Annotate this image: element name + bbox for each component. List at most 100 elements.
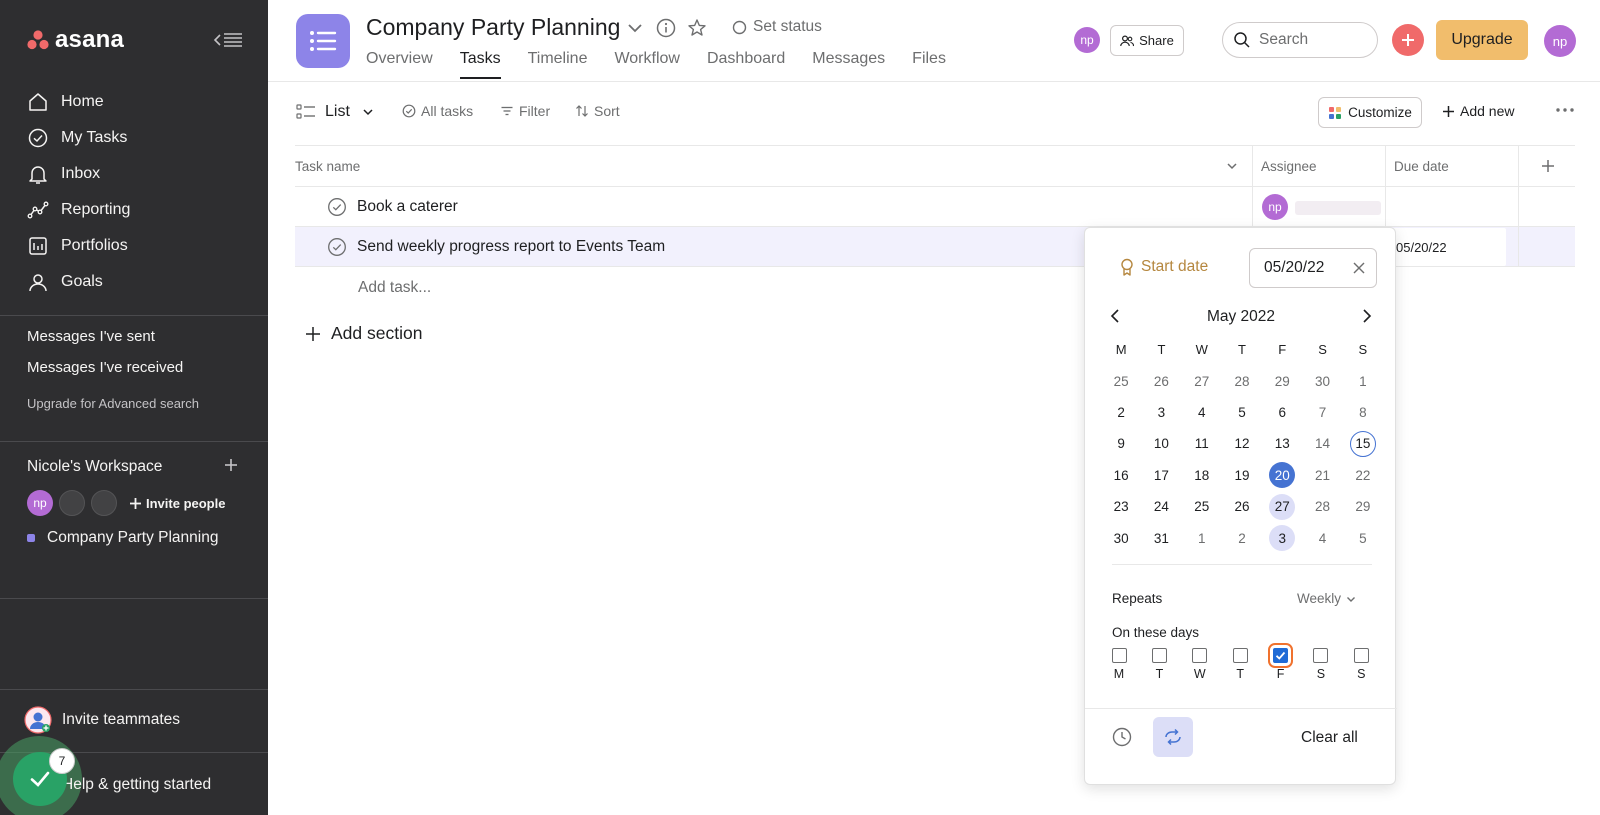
sidebar-item-my-tasks[interactable]: My Tasks xyxy=(0,120,268,156)
workspace-title[interactable]: Nicole's Workspace xyxy=(27,458,162,476)
calendar-day[interactable]: 29 xyxy=(1343,491,1383,522)
calendar-day[interactable]: 18 xyxy=(1182,460,1222,491)
calendar-day[interactable]: 5 xyxy=(1222,397,1262,428)
add-new-button[interactable]: Add new xyxy=(1442,103,1514,119)
column-assignee[interactable]: Assignee xyxy=(1261,159,1317,174)
calendar-day[interactable]: 1 xyxy=(1343,365,1383,396)
due-date-field[interactable] xyxy=(1249,248,1377,288)
set-status-button[interactable]: Set status xyxy=(732,18,822,36)
sidebar-item-reporting[interactable]: Reporting xyxy=(0,192,268,228)
calendar-day[interactable]: 6 xyxy=(1262,397,1302,428)
calendar-day[interactable]: 22 xyxy=(1343,460,1383,491)
repeat-day-checkbox[interactable] xyxy=(1192,648,1208,663)
customize-button[interactable]: Customize xyxy=(1318,97,1422,128)
repeat-day-checkbox[interactable] xyxy=(1232,648,1248,663)
calendar-day[interactable]: 29 xyxy=(1262,365,1302,396)
project-menu-button[interactable] xyxy=(624,17,646,39)
calendar-day[interactable]: 21 xyxy=(1302,460,1342,491)
calendar-day[interactable]: 14 xyxy=(1302,428,1342,459)
column-task-name[interactable]: Task name xyxy=(295,159,360,174)
calendar-day[interactable]: 4 xyxy=(1182,397,1222,428)
tab-messages[interactable]: Messages xyxy=(812,50,885,79)
calendar-day[interactable]: 30 xyxy=(1101,522,1141,553)
sidebar-item-portfolios[interactable]: Portfolios xyxy=(0,228,268,264)
task-complete-check-icon[interactable] xyxy=(327,197,347,217)
sidebar-project-company-party-planning[interactable]: Company Party Planning xyxy=(27,529,218,547)
asana-logo[interactable]: asana xyxy=(27,26,124,54)
calendar-day[interactable]: 11 xyxy=(1182,428,1222,459)
search-box[interactable] xyxy=(1222,22,1378,58)
filter-button[interactable]: Filter xyxy=(500,103,550,119)
repeats-select[interactable]: Weekly xyxy=(1297,591,1357,606)
start-date-button[interactable]: Start date xyxy=(1119,258,1208,276)
tab-dashboard[interactable]: Dashboard xyxy=(707,50,785,79)
collapse-sidebar-button[interactable] xyxy=(212,28,244,52)
calendar-day[interactable]: 27 xyxy=(1262,491,1302,522)
calendar-day[interactable]: 30 xyxy=(1302,365,1342,396)
calendar-day[interactable]: 2 xyxy=(1101,397,1141,428)
calendar-day[interactable]: 10 xyxy=(1141,428,1181,459)
calendar-day[interactable]: 20 xyxy=(1262,460,1302,491)
messages-received-link[interactable]: Messages I've received xyxy=(27,359,183,376)
calendar-day[interactable]: 1 xyxy=(1182,522,1222,553)
tab-timeline[interactable]: Timeline xyxy=(528,50,588,79)
column-options-button[interactable] xyxy=(1225,159,1239,173)
more-options-button[interactable] xyxy=(1554,101,1576,119)
view-switcher[interactable]: List xyxy=(296,103,375,121)
calendar-day[interactable]: 16 xyxy=(1101,460,1141,491)
clear-all-button[interactable]: Clear all xyxy=(1301,729,1358,747)
page-title[interactable]: Company Party Planning xyxy=(366,14,620,41)
sidebar-item-home[interactable]: Home xyxy=(0,84,268,120)
calendar-day[interactable]: 3 xyxy=(1262,522,1302,553)
calendar-day[interactable]: 5 xyxy=(1343,522,1383,553)
sidebar-item-inbox[interactable]: Inbox xyxy=(0,156,268,192)
calendar-day[interactable]: 2 xyxy=(1222,522,1262,553)
repeat-day-checkbox[interactable] xyxy=(1268,643,1294,668)
add-section-button[interactable]: Add section xyxy=(305,323,422,344)
messages-sent-link[interactable]: Messages I've sent xyxy=(27,328,155,345)
calendar-day[interactable]: 7 xyxy=(1302,397,1342,428)
task-name[interactable]: Send weekly progress report to Events Te… xyxy=(357,238,665,256)
invite-teammates-button[interactable]: Invite teammates xyxy=(24,706,180,734)
calendar-day[interactable]: 4 xyxy=(1302,522,1342,553)
calendar-day[interactable]: 12 xyxy=(1222,428,1262,459)
calendar-day[interactable]: 19 xyxy=(1222,460,1262,491)
task-complete-check-icon[interactable] xyxy=(327,237,347,257)
clock-icon[interactable] xyxy=(1111,726,1133,748)
assignee-avatar[interactable]: np xyxy=(1262,194,1288,220)
help-getting-started-link[interactable]: Help & getting started xyxy=(62,776,211,794)
quick-add-button[interactable] xyxy=(1392,24,1424,56)
repeat-day-checkbox[interactable] xyxy=(1111,648,1127,663)
workspace-add-button[interactable] xyxy=(222,456,240,474)
calendar-day[interactable]: 31 xyxy=(1141,522,1181,553)
upgrade-button[interactable]: Upgrade xyxy=(1436,20,1528,60)
calendar-day[interactable]: 25 xyxy=(1101,365,1141,396)
calendar-day[interactable]: 28 xyxy=(1222,365,1262,396)
calendar-day[interactable]: 26 xyxy=(1222,491,1262,522)
sidebar-item-goals[interactable]: Goals xyxy=(0,264,268,300)
calendar-day[interactable]: 15 xyxy=(1343,428,1383,459)
tab-workflow[interactable]: Workflow xyxy=(614,50,680,79)
calendar-day[interactable]: 26 xyxy=(1141,365,1181,396)
project-icon[interactable] xyxy=(296,14,350,68)
add-task-button[interactable]: Add task... xyxy=(358,279,431,297)
favorite-button[interactable] xyxy=(686,17,708,39)
calendar-day[interactable]: 24 xyxy=(1141,491,1181,522)
repeat-toggle-button[interactable] xyxy=(1153,717,1193,757)
calendar-day[interactable]: 13 xyxy=(1262,428,1302,459)
sort-button[interactable]: Sort xyxy=(575,103,620,119)
tab-overview[interactable]: Overview xyxy=(366,50,433,79)
share-button[interactable]: Share xyxy=(1110,25,1184,56)
table-row[interactable]: Book a caterer np xyxy=(295,187,1575,227)
calendar-day[interactable]: 27 xyxy=(1182,365,1222,396)
due-date-cell[interactable]: 05/20/22 xyxy=(1388,228,1506,266)
add-column-button[interactable] xyxy=(1541,159,1555,173)
user-avatar[interactable]: np xyxy=(1544,25,1576,57)
calendar-day[interactable]: 3 xyxy=(1141,397,1181,428)
repeat-day-checkbox[interactable] xyxy=(1151,648,1167,663)
tab-files[interactable]: Files xyxy=(912,50,946,79)
upgrade-search-link[interactable]: Upgrade for Advanced search xyxy=(27,396,199,411)
search-input[interactable] xyxy=(1259,31,1369,49)
due-date-input[interactable] xyxy=(1264,259,1344,277)
avatar[interactable]: np xyxy=(27,490,53,516)
